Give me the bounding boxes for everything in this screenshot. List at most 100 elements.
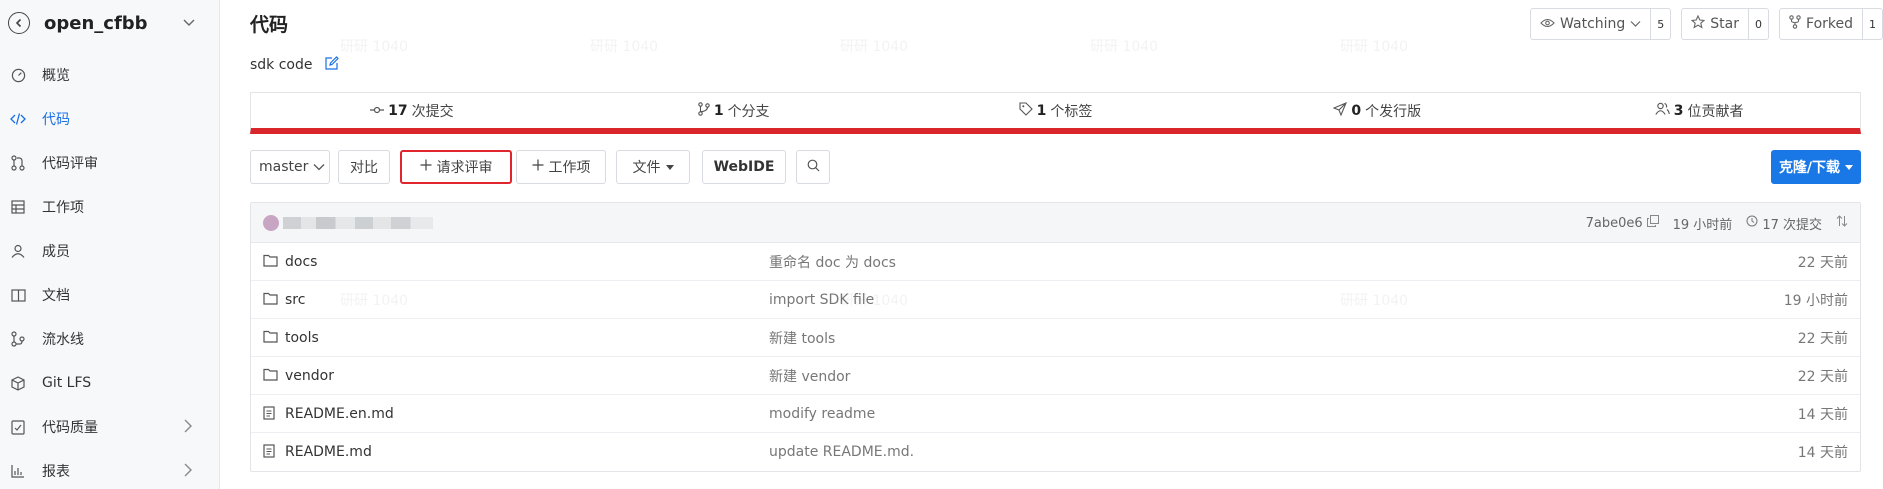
file-row[interactable]: README.md update README.md. 14 天前	[251, 433, 1860, 471]
users-icon	[1655, 102, 1670, 119]
file-commit-message[interactable]: import SDK file	[769, 292, 874, 308]
fork-count[interactable]: 1	[1862, 9, 1882, 39]
send-icon	[1332, 101, 1348, 120]
webide-label: WebIDE	[713, 159, 775, 175]
sidebar-item-code-review[interactable]: 代码评审	[0, 141, 219, 185]
pipeline-icon	[10, 331, 26, 347]
branch-select[interactable]: master	[250, 150, 330, 184]
merge-request-icon	[10, 155, 26, 171]
file-commit-time: 22 天前	[1797, 368, 1848, 385]
sidebar-item-git-lfs[interactable]: Git LFS	[0, 361, 219, 405]
sidebar-item-label: 概览	[42, 68, 70, 84]
star-count[interactable]: 0	[1748, 9, 1768, 39]
file-row[interactable]: docs 重命名 doc 为 docs 22 天前	[251, 243, 1860, 281]
file-name[interactable]: src	[285, 292, 305, 308]
file-row[interactable]: vendor 新建 vendor 22 天前	[251, 357, 1860, 395]
file-row[interactable]: tools 新建 tools 22 天前	[251, 319, 1860, 357]
back-icon[interactable]	[8, 12, 30, 34]
project-name: open_cfbb	[44, 12, 148, 34]
work-item-button[interactable]: 工作项	[516, 150, 606, 184]
sidebar-item-code[interactable]: 代码	[0, 97, 219, 141]
file-row[interactable]: README.en.md modify readme 14 天前	[251, 395, 1860, 433]
sidebar-item-label: 代码评审	[42, 156, 98, 172]
stat-commits[interactable]: 17 次提交	[251, 93, 573, 128]
chevron-down-icon[interactable]	[182, 15, 196, 33]
file-name[interactable]: README.md	[285, 444, 372, 460]
sidebar-item-work-items[interactable]: 工作项	[0, 185, 219, 229]
stat-tags[interactable]: 1 个标签	[895, 93, 1217, 128]
star-label: Star	[1710, 16, 1740, 32]
latest-commit-bar: 7abe0e6 19 小时前 17 次提交	[251, 203, 1860, 243]
redacted-commit-author	[283, 217, 433, 229]
caret-down-icon	[665, 159, 674, 175]
eye-icon	[1540, 16, 1555, 32]
watch-button[interactable]: Watching 5	[1530, 8, 1672, 40]
edit-icon[interactable]	[324, 56, 339, 74]
branch-icon	[698, 101, 710, 120]
sidebar-nav: 概览 代码 代码评审 工作项 成员 文档 流水线 Git LFS 代码质量 报表	[0, 53, 219, 489]
file-commit-message[interactable]: 重命名 doc 为 docs	[769, 252, 896, 272]
avatar[interactable]	[263, 215, 279, 231]
file-name[interactable]: vendor	[285, 368, 334, 384]
sidebar-item-label: 报表	[42, 464, 70, 480]
stat-releases-num: 0	[1351, 102, 1362, 119]
file-commit-message[interactable]: 新建 tools	[769, 328, 835, 348]
commit-count: 17 次提交	[1762, 217, 1822, 233]
webide-button[interactable]: WebIDE	[702, 150, 786, 184]
work-item-label: 工作项	[548, 160, 591, 176]
file-commit-message[interactable]: update README.md.	[769, 444, 914, 460]
folder-icon	[263, 330, 278, 347]
commit-history-link[interactable]: 17 次提交	[1746, 214, 1822, 233]
description-text: sdk code	[250, 57, 313, 73]
copy-icon[interactable]	[1646, 215, 1659, 231]
folder-icon	[263, 368, 278, 385]
file-menu-button[interactable]: 文件	[616, 150, 690, 184]
request-review-button[interactable]: 请求评审	[400, 150, 512, 184]
stat-branches-label: 个分支	[727, 103, 770, 120]
stat-commits-num: 17	[388, 102, 408, 119]
chevron-right-icon[interactable]	[183, 463, 193, 481]
file-commit-message[interactable]: modify readme	[769, 406, 875, 422]
chevron-down-icon	[1630, 16, 1641, 32]
file-name[interactable]: tools	[285, 330, 319, 346]
watch-count[interactable]: 5	[1650, 9, 1670, 39]
file-name[interactable]: docs	[285, 254, 317, 270]
commit-hash-group[interactable]: 7abe0e6	[1586, 215, 1659, 231]
page-title: 代码	[250, 14, 289, 36]
stat-contributors[interactable]: 3 位贡献者	[1538, 93, 1860, 128]
file-commit-time: 14 天前	[1797, 406, 1848, 423]
stat-releases-label: 个发行版	[1365, 103, 1422, 120]
branch-name: master	[259, 159, 309, 175]
sidebar-item-members[interactable]: 成员	[0, 229, 219, 273]
file-name[interactable]: README.en.md	[285, 406, 394, 422]
file-commit-message[interactable]: 新建 vendor	[769, 366, 850, 386]
sort-icon[interactable]	[1836, 215, 1848, 231]
fork-button[interactable]: Forked 1	[1779, 8, 1883, 40]
main-content: 代码 sdk code Watching 5 Star 0 Forked 1 1…	[220, 0, 1883, 489]
book-icon	[10, 287, 26, 303]
search-button[interactable]	[796, 150, 830, 184]
stat-branches[interactable]: 1 个分支	[573, 93, 895, 128]
project-switcher[interactable]: open_cfbb	[8, 8, 208, 38]
sidebar-item-label: 流水线	[42, 332, 84, 348]
sidebar: open_cfbb 概览 代码 代码评审 工作项 成员 文档 流水线 Git L…	[0, 0, 220, 489]
code-toolbar: master 对比 请求评审 工作项 文件 WebIDE 克隆/下载	[250, 150, 1861, 184]
file-row[interactable]: src import SDK file 19 小时前	[251, 281, 1860, 319]
sidebar-item-label: Git LFS	[42, 375, 92, 391]
sidebar-item-label: 代码质量	[42, 420, 98, 436]
user-icon	[10, 243, 26, 259]
commit-hash[interactable]: 7abe0e6	[1586, 216, 1643, 231]
star-button[interactable]: Star 0	[1681, 8, 1770, 40]
clone-download-button[interactable]: 克隆/下载	[1771, 150, 1861, 184]
sidebar-item-code-quality[interactable]: 代码质量	[0, 405, 219, 449]
compare-button[interactable]: 对比	[338, 150, 390, 184]
star-icon	[1690, 14, 1706, 33]
sidebar-item-overview[interactable]: 概览	[0, 53, 219, 97]
clone-download-label: 克隆/下载	[1778, 160, 1841, 176]
sidebar-item-docs[interactable]: 文档	[0, 273, 219, 317]
stat-tags-num: 1	[1036, 102, 1047, 119]
sidebar-item-reports[interactable]: 报表	[0, 449, 219, 489]
stat-releases[interactable]: 0 个发行版	[1216, 93, 1538, 128]
sidebar-item-pipeline[interactable]: 流水线	[0, 317, 219, 361]
chevron-right-icon[interactable]	[183, 419, 193, 437]
